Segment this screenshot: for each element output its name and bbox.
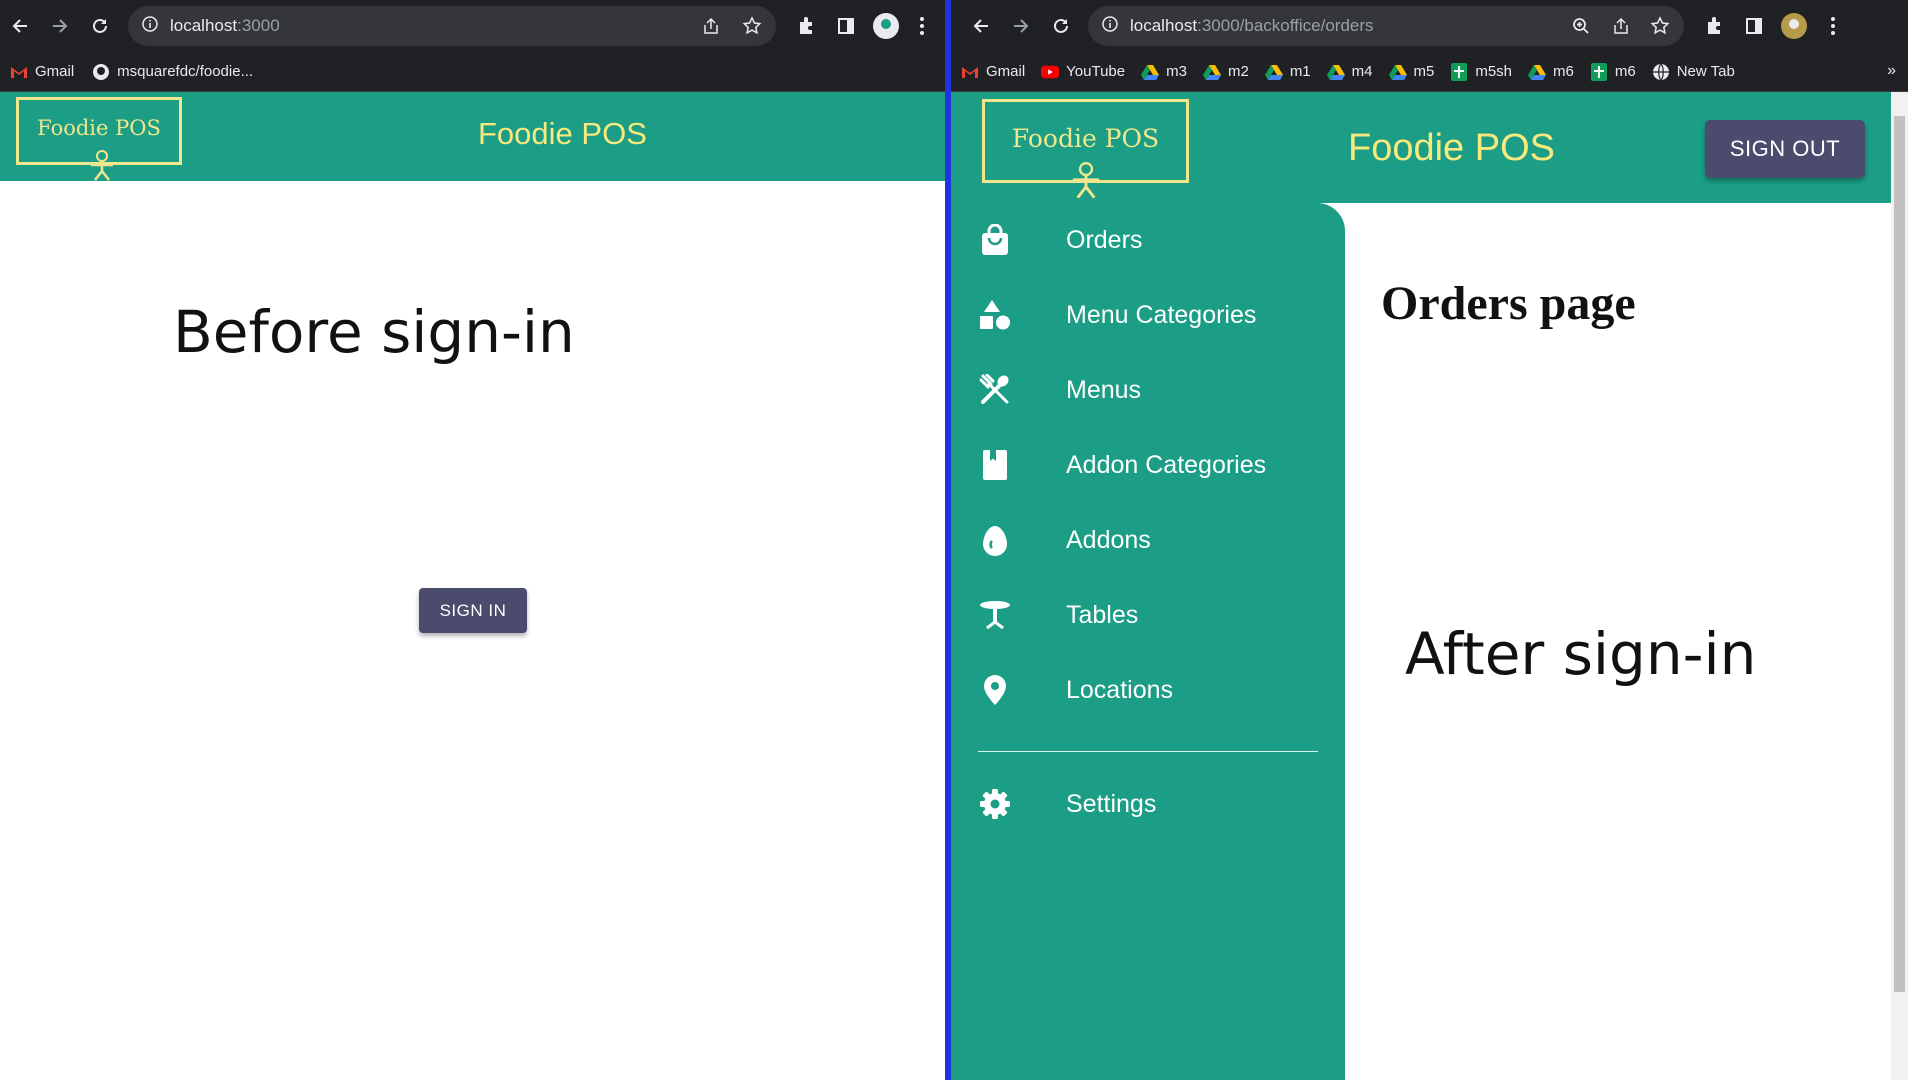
sidebar: Orders Menu Categories Menus Addon Categ… xyxy=(951,203,1345,1080)
app-title: Foodie POS xyxy=(1348,127,1555,169)
bookmark-m2[interactable]: m2 xyxy=(1202,63,1249,81)
browser-window-right: localhost:3000/backoffice/orders Gmail Y… xyxy=(951,0,1908,1080)
bookmark-m4[interactable]: m4 xyxy=(1326,63,1373,81)
forward-icon[interactable] xyxy=(1007,12,1035,40)
app-logo: Foodie POS xyxy=(982,99,1189,199)
forward-icon[interactable] xyxy=(46,12,74,40)
location-pin-icon xyxy=(979,674,1011,706)
bookmark-star-icon[interactable] xyxy=(742,16,762,41)
shopping-bag-icon xyxy=(979,224,1011,256)
zoom-icon[interactable] xyxy=(1572,17,1590,40)
drive-icon xyxy=(1326,63,1345,81)
url-text: localhost:3000/backoffice/orders xyxy=(1130,16,1374,35)
bookmark-m3[interactable]: m3 xyxy=(1141,63,1187,81)
bookmarks-bar: Gmail YouTube m3 m2 m1 m4 m5 m5sh m6 m6 … xyxy=(951,52,1908,92)
address-bar[interactable]: localhost:3000 xyxy=(128,6,776,46)
bookmark-m1[interactable]: m1 xyxy=(1264,63,1311,81)
egg-icon xyxy=(979,524,1011,556)
extensions-icon[interactable] xyxy=(1700,12,1728,40)
drive-icon xyxy=(1264,63,1283,81)
back-icon[interactable] xyxy=(6,12,34,40)
reload-icon[interactable] xyxy=(1047,12,1075,40)
drive-icon xyxy=(1202,63,1221,81)
bookmark-youtube[interactable]: YouTube xyxy=(1041,63,1125,81)
sidebar-divider xyxy=(978,751,1318,752)
menu-kebab-icon[interactable] xyxy=(1819,12,1847,40)
sign-out-button[interactable]: SIGN OUT xyxy=(1705,120,1865,178)
app-bar: Foodie POS Foodie POS SIGN OUT xyxy=(951,92,1891,203)
back-icon[interactable] xyxy=(967,12,995,40)
share-icon[interactable] xyxy=(702,17,720,40)
app-logo: Foodie POS xyxy=(16,97,182,181)
scrollbar-thumb[interactable] xyxy=(1894,116,1905,992)
youtube-icon xyxy=(1041,63,1060,81)
extensions-icon[interactable] xyxy=(792,12,820,40)
bookmark-m6-sheet[interactable]: m6 xyxy=(1590,62,1636,81)
sidebar-item-settings[interactable]: Settings xyxy=(951,774,1345,834)
app-title: Foodie POS xyxy=(478,116,647,151)
site-info-icon[interactable] xyxy=(1102,15,1118,37)
bookmark-new-tab[interactable]: New Tab xyxy=(1652,63,1735,81)
app-bar: Foodie POS Foodie POS xyxy=(0,92,945,181)
bookmarks-overflow-icon[interactable]: » xyxy=(1887,62,1896,80)
browser-toolbar: localhost:3000/backoffice/orders xyxy=(951,0,1908,52)
bookmark-m6[interactable]: m6 xyxy=(1528,63,1574,81)
globe-icon xyxy=(1652,63,1670,81)
sidebar-item-addons[interactable]: Addons xyxy=(951,510,1345,570)
sidebar-item-menus[interactable]: Menus xyxy=(951,360,1345,420)
bookmark-gmail[interactable]: Gmail xyxy=(10,63,74,81)
menu-kebab-icon[interactable] xyxy=(908,12,936,40)
profile-avatar[interactable] xyxy=(872,12,900,40)
site-info-icon[interactable] xyxy=(142,15,158,37)
share-icon[interactable] xyxy=(1612,17,1630,40)
sidebar-item-menu-categories[interactable]: Menu Categories xyxy=(951,285,1345,345)
browser-window-left: localhost:3000 Gmail msquarefdc/foodie..… xyxy=(0,0,945,1080)
profile-avatar[interactable] xyxy=(1780,12,1808,40)
bookmarks-bar: Gmail msquarefdc/foodie... xyxy=(0,52,945,92)
drive-icon xyxy=(1388,63,1407,81)
address-bar[interactable]: localhost:3000/backoffice/orders xyxy=(1088,6,1684,46)
sidebar-item-locations[interactable]: Locations xyxy=(951,660,1345,720)
reload-icon[interactable] xyxy=(86,12,114,40)
drive-icon xyxy=(1528,63,1547,81)
sidebar-item-orders[interactable]: Orders xyxy=(951,210,1345,270)
gmail-icon xyxy=(961,63,979,81)
page-title: Orders page xyxy=(1381,277,1636,330)
gmail-icon xyxy=(10,63,28,81)
sidebar-item-tables[interactable]: Tables xyxy=(951,585,1345,645)
sidebar-item-addon-categories[interactable]: Addon Categories xyxy=(951,435,1345,495)
gear-icon xyxy=(979,788,1011,820)
after-sign-in-caption: After sign-in xyxy=(1405,620,1757,688)
bookmark-gmail[interactable]: Gmail xyxy=(961,63,1025,81)
scrollbar[interactable] xyxy=(1891,92,1908,1080)
url-text: localhost:3000 xyxy=(170,16,280,35)
before-sign-in-caption: Before sign-in xyxy=(173,298,575,366)
table-icon xyxy=(979,599,1011,631)
sheets-icon xyxy=(1590,62,1608,81)
bookmark-m5sh[interactable]: m5sh xyxy=(1450,62,1512,81)
drive-icon xyxy=(1141,63,1160,81)
bookmark-github[interactable]: msquarefdc/foodie... xyxy=(92,63,253,81)
utensils-icon xyxy=(979,374,1011,406)
github-icon xyxy=(92,63,110,81)
sign-in-button[interactable]: SIGN IN xyxy=(419,588,527,633)
sheets-icon xyxy=(1450,62,1468,81)
bookmark-star-icon[interactable] xyxy=(1650,16,1670,41)
side-panel-icon[interactable] xyxy=(832,12,860,40)
gingerbread-icon xyxy=(91,150,113,181)
browser-toolbar: localhost:3000 xyxy=(0,0,945,52)
side-panel-icon[interactable] xyxy=(1740,12,1768,40)
bookmark-m5[interactable]: m5 xyxy=(1388,63,1434,81)
gingerbread-icon xyxy=(1072,162,1100,199)
shapes-icon xyxy=(979,299,1011,331)
book-icon xyxy=(979,449,1011,481)
